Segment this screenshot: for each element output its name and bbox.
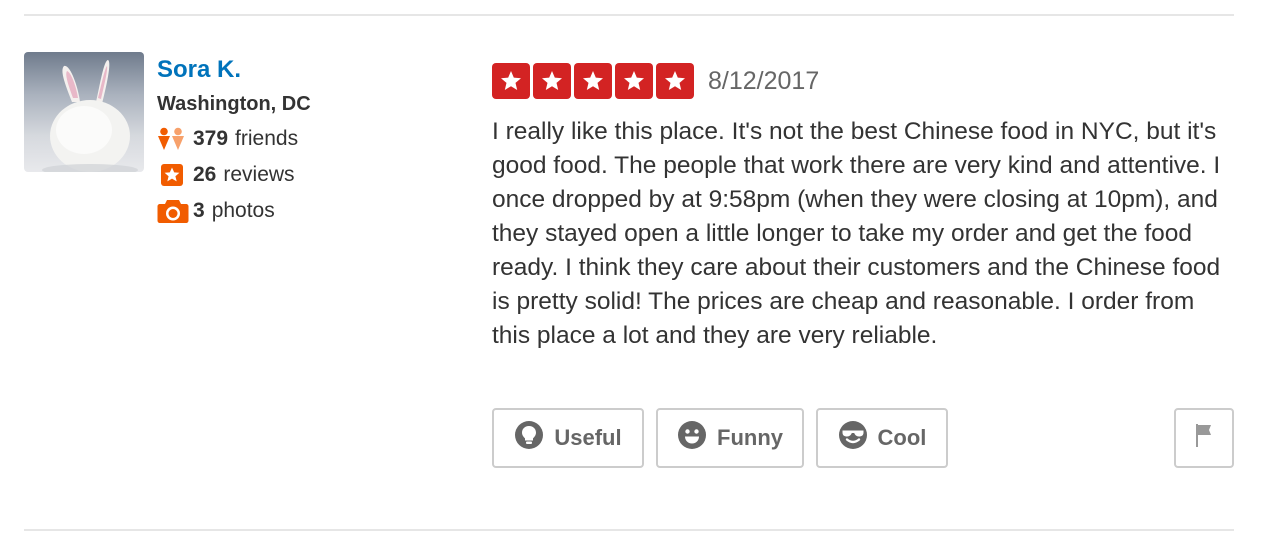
user-name-link[interactable]: Sora K. <box>157 54 457 86</box>
camera-icon <box>157 198 193 224</box>
friends-label: friends <box>235 127 299 150</box>
user-avatar[interactable] <box>24 52 144 172</box>
funny-label: Funny <box>717 425 783 450</box>
photos-count: 3 <box>193 199 205 222</box>
star-rating <box>492 63 694 99</box>
review-text: I really like this place. It's not the b… <box>492 118 1221 349</box>
user-info: Sora K. Washington, DC 379 friends 26 re… <box>157 54 457 229</box>
friends-count: 379 <box>193 127 229 150</box>
photos-stat: 3 photos <box>157 193 457 229</box>
useful-button[interactable]: Useful <box>492 408 644 468</box>
top-divider <box>24 14 1234 16</box>
friends-stat: 379 friends <box>157 121 457 157</box>
friends-icon <box>157 127 193 151</box>
review-date: 8/12/2017 <box>708 66 820 95</box>
rating-star-icon <box>615 63 653 99</box>
star-review-icon <box>157 163 193 187</box>
smiley-icon <box>677 420 707 456</box>
reviews-label: reviews <box>223 163 295 186</box>
flag-icon <box>1193 422 1215 454</box>
rating-star-icon <box>656 63 694 99</box>
user-location: Washington, DC <box>157 93 311 115</box>
rating-star-icon <box>533 63 571 99</box>
cool-button[interactable]: Cool <box>816 408 948 468</box>
review-content: 8/12/2017 I really like this place. It's… <box>492 62 1237 378</box>
sunglasses-icon <box>838 420 868 456</box>
useful-label: Useful <box>554 425 622 450</box>
reviews-count: 26 <box>193 163 217 186</box>
photos-label: photos <box>211 199 275 222</box>
funny-button[interactable]: Funny <box>656 408 804 468</box>
bunny-photo <box>42 60 138 172</box>
cool-label: Cool <box>877 425 927 450</box>
flag-button[interactable] <box>1174 408 1234 468</box>
bottom-divider <box>24 529 1234 531</box>
rating-star-icon <box>574 63 612 99</box>
rating-star-icon <box>492 63 530 99</box>
rating-row: 8/12/2017 <box>492 62 1237 100</box>
lightbulb-icon <box>514 420 544 456</box>
reviews-stat: 26 reviews <box>157 157 457 193</box>
